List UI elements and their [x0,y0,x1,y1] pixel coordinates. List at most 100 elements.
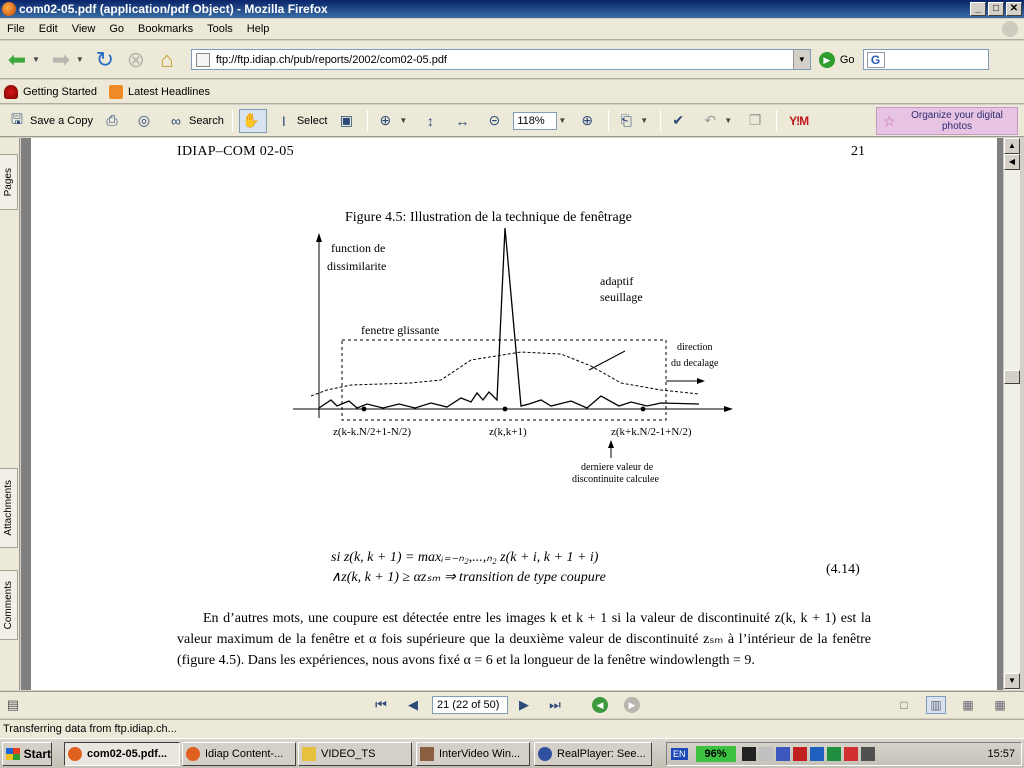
scroll-up-icon[interactable]: ▲ [1004,138,1020,154]
fit-width-icon: ↔ [455,112,470,129]
tab-comments[interactable]: Comments [0,570,18,640]
first-page-icon[interactable]: ⏮ [372,696,390,714]
close-button[interactable]: ✕ [1006,2,1022,16]
reload-icon[interactable]: ↻ [91,46,119,74]
panel-toggle-icon[interactable]: ▤ [4,696,22,714]
url-dropdown-icon[interactable]: ▼ [792,50,810,69]
taskbar-item-realplayer[interactable]: RealPlayer: See... [534,742,652,766]
go-previous-view-icon[interactable]: ◀ [592,697,608,713]
continuous-layout-icon[interactable]: ▥ [926,696,946,714]
camera-icon: ▣ [339,112,354,128]
scroll-thumb[interactable] [1004,370,1020,384]
continuous-facing-layout-icon[interactable]: ▦ [990,696,1010,714]
menu-help[interactable]: Help [240,23,277,35]
threshold-label-line2: seuillage [600,290,643,304]
spellcheck-button[interactable]: ✔ [667,109,693,133]
document-viewport[interactable]: IDIAP–COM 02-05 21 Figure 4.5: Illustrat… [21,138,1003,690]
toolbar-separator [608,109,610,132]
undo-button[interactable]: ↶ ▼ [699,109,738,133]
tab-attachments[interactable]: Attachments [0,468,18,548]
next-page-icon[interactable]: ▶ [515,696,533,714]
fit-width-button[interactable]: ↔ [451,109,477,133]
home-icon[interactable]: ⌂ [153,46,181,74]
zoom-out-button[interactable]: ⊝ [483,109,509,133]
shield-icon[interactable] [775,747,790,761]
menu-tools[interactable]: Tools [200,23,240,35]
page-number-field[interactable]: 21 (22 of 50) [432,696,508,714]
hand-tool-button[interactable]: ✋ [238,108,267,133]
antivirus-icon[interactable] [792,747,807,761]
zoom-in-tool-button[interactable]: ⊕ ▼ [374,109,413,133]
bookmark-getting-started[interactable]: Getting Started [4,84,97,99]
direction-arrowhead [697,378,705,384]
back-history-caret-icon[interactable]: ▼ [32,55,40,64]
zoom-tool-caret-icon[interactable]: ▼ [399,116,407,125]
previous-page-arrow-icon[interactable]: ◀ [1004,154,1020,170]
go-next-view-icon[interactable]: ▶ [624,697,640,713]
search-button[interactable]: ∞ Search [165,109,226,133]
menu-bookmarks[interactable]: Bookmarks [131,23,200,35]
battery-meter[interactable]: 96% [695,746,736,762]
undo-caret-icon[interactable]: ▼ [724,116,732,125]
pages-button[interactable]: ❐ [744,109,770,133]
zoom-dropdown-icon[interactable]: ▼ [558,116,566,125]
throbber-icon [1002,21,1018,37]
url-field[interactable]: ftp://ftp.idiap.ch/pub/reports/2002/com0… [190,49,811,70]
bookmarks-toolbar: Getting Started Latest Headlines [0,80,1024,104]
select-tool-button[interactable]: I Select [273,109,330,133]
forward-icon[interactable]: ➡ [47,46,75,74]
taskbar-item-video-ts[interactable]: VIDEO_TS [298,742,412,766]
url-text[interactable]: ftp://ftp.idiap.ch/pub/reports/2002/com0… [216,54,793,66]
back-icon[interactable]: ⬅ [3,46,31,74]
menu-file[interactable]: File [0,23,32,35]
taskbar-item-idiap-content[interactable]: Idiap Content-... [182,742,296,766]
vertical-scrollbar[interactable]: ▲ ◀ ▼ [1003,138,1020,690]
bookmark-latest-headlines[interactable]: Latest Headlines [109,84,210,99]
rotate-caret-icon[interactable]: ▼ [640,116,648,125]
menu-view[interactable]: View [65,23,103,35]
single-page-layout-icon[interactable]: □ [894,696,914,714]
scroll-down-icon[interactable]: ▼ [1004,673,1020,689]
network-icon[interactable] [758,747,773,761]
facing-layout-icon[interactable]: ▦ [958,696,978,714]
stop-icon[interactable]: ⊗ [122,46,150,74]
rotate-button[interactable]: ⎗ ▼ [615,109,654,133]
alert-icon[interactable] [843,747,858,761]
menu-edit[interactable]: Edit [32,23,65,35]
actual-size-button[interactable]: ↕ [419,109,445,133]
equation-number: (4.14) [826,562,860,577]
print-button[interactable]: ⎙ [101,109,127,133]
organize-photos-button[interactable]: ☆ Organize your digital photos [876,107,1018,135]
page-favicon-icon [195,52,210,67]
zoom-in-button[interactable]: ⊕ [576,109,602,133]
select-label: Select [296,114,328,127]
google-search-input[interactable]: G [862,49,989,70]
security-icon[interactable] [809,747,824,761]
go-button[interactable]: ▶ Go [818,51,855,68]
minimize-button[interactable]: _ [970,2,986,16]
forward-history-caret-icon[interactable]: ▼ [76,55,84,64]
menu-go[interactable]: Go [102,23,131,35]
speaker-icon[interactable] [860,747,875,761]
zoom-in-icon: ⊕ [581,112,594,128]
taskbar-item-firefox-pdf[interactable]: com02-05.pdf... [64,742,180,766]
tab-pages[interactable]: Pages [0,154,18,210]
language-indicator[interactable]: EN [671,748,688,760]
undo-icon: ↶ [704,112,717,128]
email-button[interactable]: ◎ [133,109,159,133]
zoom-level-field[interactable]: 118% [513,111,558,130]
window-start-point [361,406,367,412]
start-button[interactable]: Start [2,742,52,766]
power-plug-icon[interactable] [741,747,756,761]
menu-bar: File Edit View Go Bookmarks Tools Help [0,19,1024,40]
previous-page-icon[interactable]: ◀ [404,696,422,714]
last-page-icon[interactable]: ⏭ [546,696,564,714]
snapshot-button[interactable]: ▣ [335,109,361,133]
save-copy-button[interactable]: 🖫 Save a Copy [6,109,95,133]
update-icon[interactable] [826,747,841,761]
yahoo-messenger-button[interactable]: Y!M [789,114,809,128]
task-label: com02-05.pdf... [87,748,168,760]
taskbar-item-intervideo[interactable]: InterVideo Win... [416,742,530,766]
maximize-button[interactable]: □ [988,2,1004,16]
google-logo-icon[interactable]: G [866,51,885,68]
